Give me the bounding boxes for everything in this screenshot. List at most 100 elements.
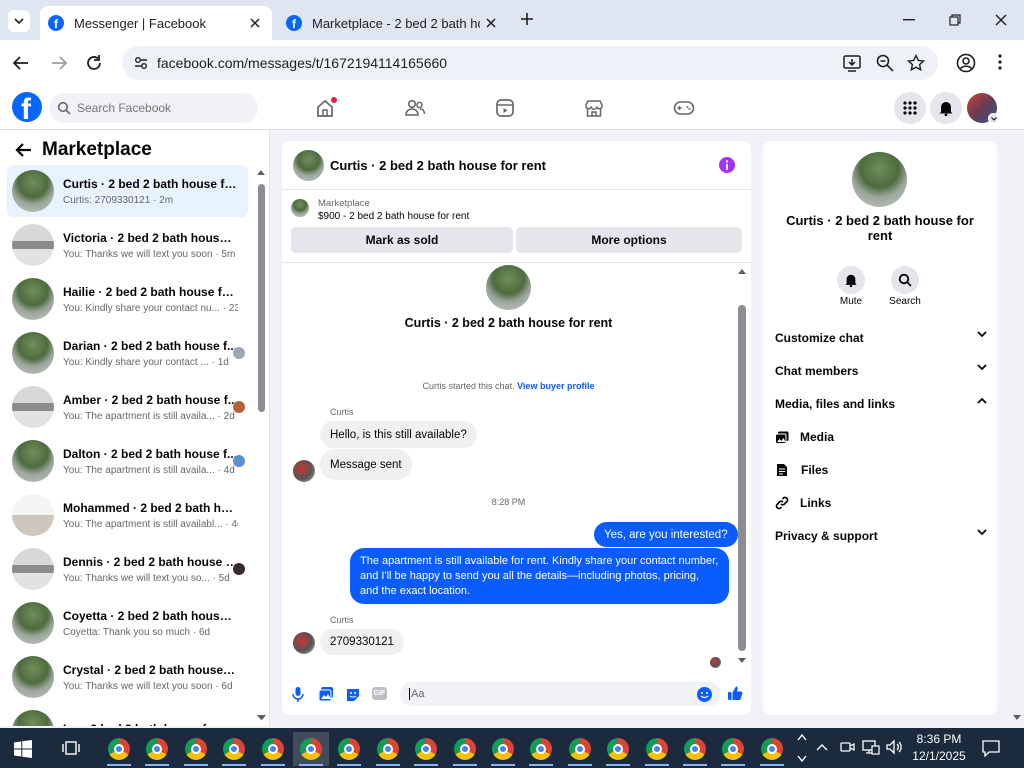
- scrollbar-thumb[interactable]: [738, 305, 746, 651]
- sender-avatar[interactable]: [293, 632, 315, 654]
- mute-button[interactable]: [837, 266, 865, 294]
- scroll-down-icon[interactable]: [257, 714, 267, 722]
- browser-menu-button[interactable]: [998, 54, 1002, 70]
- taskbar-chrome-app[interactable]: [370, 732, 406, 766]
- taskbar-chrome-app[interactable]: [331, 732, 367, 766]
- info-button[interactable]: [719, 157, 735, 173]
- message-incoming[interactable]: Message sent: [320, 449, 412, 480]
- minimize-button[interactable]: [886, 0, 932, 40]
- mark-as-sold-button[interactable]: Mark as sold: [291, 227, 513, 253]
- taskbar-chrome-app[interactable]: [562, 732, 598, 766]
- start-button[interactable]: [14, 740, 32, 758]
- taskbar-chrome-app[interactable]: [447, 732, 483, 766]
- search-in-chat-button[interactable]: [891, 266, 919, 294]
- taskbar-chrome-app[interactable]: [216, 732, 252, 766]
- facebook-logo[interactable]: f: [12, 92, 42, 122]
- contact-avatar[interactable]: [852, 152, 907, 207]
- meet-now-icon[interactable]: [839, 739, 855, 755]
- scroll-up-icon[interactable]: [256, 168, 266, 176]
- links-row[interactable]: Links: [775, 492, 987, 514]
- sticker-button[interactable]: [345, 686, 361, 702]
- conversation-item[interactable]: Isa · 2 bed 2 bath house for r...: [7, 705, 248, 726]
- volume-icon[interactable]: [885, 739, 903, 755]
- install-app-button[interactable]: [843, 54, 861, 72]
- conversation-item[interactable]: Amber · 2 bed 2 bath house f... You: The …: [7, 381, 248, 433]
- account-avatar[interactable]: [967, 93, 999, 124]
- chat-avatar[interactable]: [293, 150, 324, 181]
- tab-search-button[interactable]: [8, 10, 30, 32]
- tab-marketplace[interactable]: f Marketplace - 2 bed 2 bath hou: [278, 6, 510, 40]
- taskbar-chrome-app[interactable]: [408, 732, 444, 766]
- message-outgoing[interactable]: The apartment is still available for ren…: [350, 548, 729, 604]
- media-row[interactable]: Media: [775, 426, 987, 448]
- nav-home[interactable]: [305, 94, 345, 122]
- privacy-support-row[interactable]: Privacy & support: [775, 525, 987, 547]
- message-outgoing[interactable]: Yes, are you interested?: [594, 522, 738, 547]
- conversation-item[interactable]: Victoria · 2 bed 2 bath house fo... You: …: [7, 219, 248, 271]
- chevron-up-icon[interactable]: [797, 733, 807, 741]
- clock-time[interactable]: 8:36 PM: [906, 732, 972, 746]
- address-bar[interactable]: facebook.com/messages/t/1672194114165660: [122, 46, 938, 80]
- close-window-button[interactable]: [978, 0, 1024, 40]
- like-button[interactable]: [727, 685, 743, 701]
- message-composer[interactable]: Aa: [400, 682, 721, 706]
- chat-title[interactable]: Curtis · 2 bed 2 bath house for rent: [330, 158, 546, 173]
- conversation-item[interactable]: Mohammed · 2 bed 2 bath hou... You: The a…: [7, 489, 248, 541]
- taskbar-chrome-app[interactable]: [293, 732, 329, 766]
- forward-button[interactable]: [50, 54, 68, 72]
- reload-button[interactable]: [85, 54, 103, 72]
- customize-chat-row[interactable]: Customize chat: [775, 327, 987, 349]
- search-input[interactable]: [77, 101, 247, 115]
- attach-photo-button[interactable]: [318, 686, 334, 702]
- nav-friends[interactable]: [395, 94, 435, 122]
- conversation-item[interactable]: Dennis · 2 bed 2 bath house f... You: Tha…: [7, 543, 248, 595]
- taskbar-chrome-app[interactable]: [139, 732, 175, 766]
- taskbar-chrome-app[interactable]: [677, 732, 713, 766]
- taskbar-chrome-app[interactable]: [754, 732, 790, 766]
- conversation-item[interactable]: Curtis · 2 bed 2 bath house for ... Curti…: [7, 165, 248, 217]
- conversation-item[interactable]: Crystal · 2 bed 2 bath house for... You: …: [7, 651, 248, 703]
- clock-date[interactable]: 12/1/2025: [906, 749, 972, 763]
- notification-center-icon[interactable]: [982, 739, 1000, 757]
- media-files-links-row[interactable]: Media, files and links: [775, 393, 987, 415]
- network-icon[interactable]: [862, 739, 880, 755]
- chevron-down-icon[interactable]: [797, 755, 807, 763]
- emoji-button[interactable]: [697, 687, 712, 702]
- voice-clip-button[interactable]: [292, 686, 304, 702]
- close-icon[interactable]: [486, 18, 496, 28]
- taskbar-chrome-app[interactable]: [255, 732, 291, 766]
- back-button[interactable]: [14, 142, 32, 158]
- gif-button[interactable]: GIF: [372, 687, 387, 700]
- search-bar[interactable]: [49, 93, 258, 123]
- conversation-item[interactable]: Coyetta · 2 bed 2 bath house fo... Coyett…: [7, 597, 248, 649]
- scroll-up-icon[interactable]: [737, 267, 747, 275]
- taskbar-chrome-app[interactable]: [178, 732, 214, 766]
- files-row[interactable]: Files: [775, 459, 987, 481]
- nav-marketplace[interactable]: [574, 94, 614, 122]
- zoom-button[interactable]: [876, 54, 894, 72]
- message-incoming[interactable]: 2709330121: [320, 629, 404, 655]
- notifications-button[interactable]: [930, 92, 962, 124]
- bookmark-button[interactable]: [907, 54, 925, 72]
- tray-expand-icon[interactable]: [816, 743, 828, 751]
- task-view-button[interactable]: [62, 740, 80, 756]
- message-incoming[interactable]: Hello, is this still available?: [320, 421, 477, 448]
- taskbar-chrome-app[interactable]: [485, 732, 521, 766]
- back-button[interactable]: [12, 54, 30, 72]
- close-icon[interactable]: [250, 18, 260, 28]
- taskbar-chrome-app[interactable]: [101, 732, 137, 766]
- menu-button[interactable]: [894, 92, 926, 124]
- nav-gaming[interactable]: [664, 94, 704, 122]
- new-tab-button[interactable]: [520, 12, 534, 26]
- conversation-item[interactable]: Darian · 2 bed 2 bath house f... You: Kin…: [7, 327, 248, 379]
- taskbar-chrome-app[interactable]: [600, 732, 636, 766]
- chat-members-row[interactable]: Chat members: [775, 360, 987, 382]
- more-options-button[interactable]: More options: [516, 227, 742, 253]
- scrollbar[interactable]: [256, 168, 266, 720]
- scrollbar-thumb[interactable]: [258, 184, 265, 412]
- sender-avatar[interactable]: [293, 460, 315, 482]
- nav-watch[interactable]: [485, 94, 525, 122]
- view-buyer-profile-link[interactable]: View buyer profile: [517, 381, 594, 391]
- site-info-icon[interactable]: [134, 56, 148, 70]
- profile-button[interactable]: [956, 53, 976, 73]
